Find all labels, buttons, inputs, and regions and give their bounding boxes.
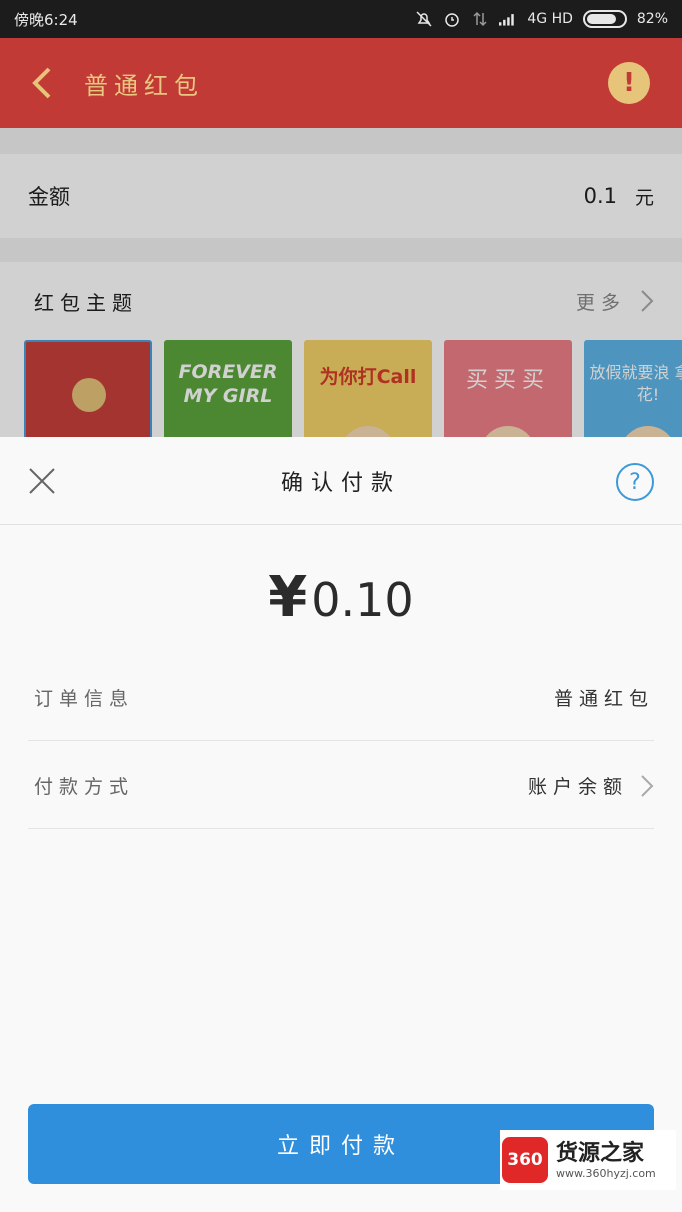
battery-percent: 82%	[636, 11, 668, 27]
payment-amount-value: 0.10	[311, 573, 414, 627]
close-button[interactable]	[22, 461, 62, 501]
watermark-logo: 360	[502, 1137, 548, 1183]
close-icon	[29, 468, 55, 494]
battery-icon	[582, 10, 627, 28]
payment-sheet: 确认付款 ? ¥0.10 订单信息 普通红包 付款方式 账户余额 立即付款	[0, 437, 682, 1212]
status-time: 傍晚6:24	[14, 10, 78, 29]
status-icons: 4G HD 82%	[415, 10, 668, 28]
payment-method-label: 付款方式	[34, 776, 135, 798]
back-arrow-icon	[32, 67, 51, 99]
watermark-url: www.360hyzj.com	[556, 1166, 656, 1180]
order-info-value: 普通红包	[553, 688, 654, 710]
status-bar: 傍晚6:24 4G HD 82%	[0, 0, 682, 38]
question-icon: ?	[629, 469, 641, 495]
watermark-text: 货源之家 www.360hyzj.com	[556, 1141, 656, 1180]
currency-symbol: ¥	[268, 565, 308, 630]
payment-method-row[interactable]: 付款方式 账户余额	[28, 743, 654, 829]
alert-button[interactable]: !	[608, 62, 650, 104]
payment-method-value: 账户余额	[527, 776, 628, 798]
order-info-row: 订单信息 普通红包	[28, 655, 654, 741]
data-transfer-icon	[471, 10, 489, 28]
sheet-header: 确认付款 ?	[0, 437, 682, 525]
page-title: 普通红包	[84, 71, 204, 100]
mute-icon	[415, 10, 433, 28]
exclamation-icon: !	[623, 68, 635, 98]
watermark-name: 货源之家	[556, 1140, 645, 1166]
alarm-icon	[443, 10, 461, 28]
chevron-right-icon	[641, 774, 654, 797]
sheet-title: 确认付款	[280, 470, 401, 496]
title-bar: 普通红包 !	[0, 38, 682, 128]
payment-amount: ¥0.10	[0, 565, 682, 630]
help-button[interactable]: ?	[616, 463, 654, 501]
back-button[interactable]	[0, 38, 84, 128]
watermark: 360 货源之家 www.360hyzj.com	[500, 1130, 676, 1190]
order-info-label: 订单信息	[34, 688, 135, 710]
signal-icon	[499, 10, 517, 28]
network-label: 4G HD	[527, 11, 573, 27]
payment-method-value-wrap: 账户余额	[528, 772, 654, 799]
